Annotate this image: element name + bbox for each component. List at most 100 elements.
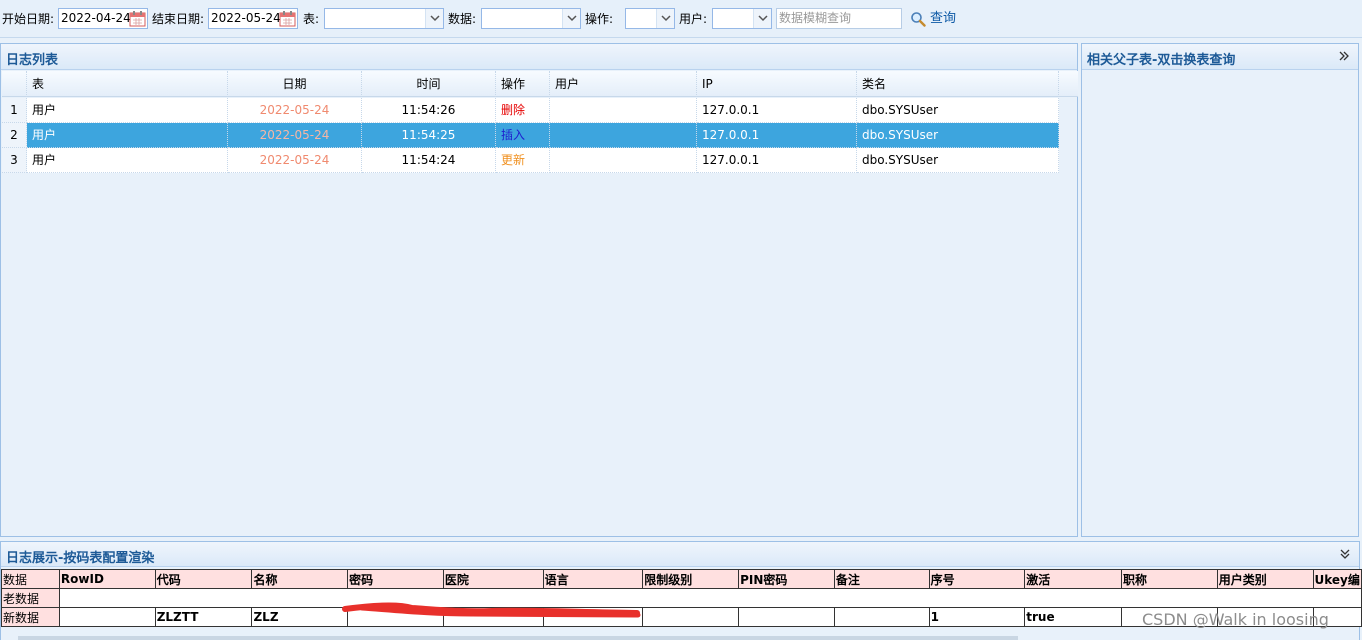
- row-number-header: [2, 71, 27, 97]
- column-header: 职称: [1120, 569, 1218, 589]
- cell-ip: 127.0.0.1: [697, 148, 857, 173]
- cell-class: dbo.SYSUser: [857, 98, 1059, 123]
- cell-code: ZLZTT: [154, 607, 253, 627]
- row-label: 新数据: [1, 607, 60, 627]
- row-number: 1: [2, 98, 27, 123]
- column-header: 语言: [542, 569, 644, 589]
- column-header[interactable]: 时间: [362, 71, 496, 97]
- table-row[interactable]: 1 用户 2022-05-24 11:54:26 删除 127.0.0.1 db…: [2, 98, 1059, 123]
- column-header: 医院: [442, 569, 544, 589]
- column-header: 数据: [1, 569, 60, 589]
- redaction-scribble: [342, 602, 641, 618]
- column-header: PIN密码: [738, 569, 835, 589]
- chevron-down-icon[interactable]: [753, 9, 771, 28]
- related-tables-header: 相关父子表-双击换表查询: [1082, 44, 1358, 70]
- cell-user: [550, 123, 697, 148]
- start-date-value: 2022-04-24: [61, 11, 131, 25]
- data-select[interactable]: [481, 8, 581, 29]
- cell-operation: 删除: [496, 98, 550, 123]
- row-label: 老数据: [1, 588, 60, 608]
- cell-time: 11:54:25: [362, 123, 496, 148]
- cell-active: true: [1024, 607, 1122, 627]
- panel-title: 相关父子表-双击换表查询: [1087, 53, 1236, 68]
- end-date-label: 结束日期:: [152, 12, 205, 26]
- detail-header-row: 数据 RowID 代码 名称 密码 医院 语言 限制级别 PIN密码 备注 序号…: [1, 569, 1362, 589]
- column-header: RowID: [58, 569, 156, 589]
- column-header: 备注: [833, 569, 930, 589]
- cell-table: 用户: [27, 123, 228, 148]
- column-header[interactable]: 用户: [550, 71, 697, 97]
- cell-ip: 127.0.0.1: [697, 98, 857, 123]
- column-header[interactable]: 类名: [857, 71, 1059, 97]
- user-select[interactable]: [712, 8, 772, 29]
- start-date-label: 开始日期:: [2, 12, 55, 26]
- cell-remark: [833, 607, 930, 627]
- cell-table: 用户: [27, 148, 228, 173]
- user-label: 用户:: [679, 12, 708, 26]
- column-header: 密码: [347, 569, 444, 589]
- cell-time: 11:54:24: [362, 148, 496, 173]
- old-data-row: 老数据: [1, 588, 1362, 608]
- end-date-input[interactable]: 2022-05-24: [208, 8, 298, 29]
- log-detail-header: 日志展示-按码表配置渲染: [1, 542, 1359, 567]
- cell-user: [550, 98, 697, 123]
- cell-date: 2022-05-24: [228, 148, 362, 173]
- operation-label: 操作:: [585, 12, 614, 26]
- cell-class: dbo.SYSUser: [857, 148, 1059, 173]
- related-tables-panel: 相关父子表-双击换表查询: [1081, 43, 1359, 537]
- cell-table: 用户: [27, 98, 228, 123]
- cell-pin: [738, 607, 835, 627]
- cell-limit-level: [642, 607, 740, 627]
- panel-title: 日志展示-按码表配置渲染: [6, 551, 155, 566]
- column-header: 用户类别: [1216, 569, 1314, 589]
- grid-header: 表 日期 时间 操作 用户 IP 类名: [2, 71, 1078, 97]
- cell-time: 11:54:26: [362, 98, 496, 123]
- cell-operation: 插入: [496, 123, 550, 148]
- cell-date: 2022-05-24: [228, 98, 362, 123]
- chevron-down-icon[interactable]: [562, 9, 580, 28]
- column-header: 代码: [154, 569, 253, 589]
- search-placeholder: 数据模糊查询: [779, 11, 852, 25]
- cell-user: [550, 148, 697, 173]
- column-header[interactable]: IP: [697, 71, 857, 97]
- start-date-input[interactable]: 2022-04-24: [58, 8, 148, 29]
- row-number: 3: [2, 148, 27, 173]
- horizontal-scrollbar[interactable]: [18, 636, 1018, 640]
- table-row[interactable]: 3 用户 2022-05-24 11:54:24 更新 127.0.0.1 db…: [2, 148, 1059, 173]
- cell-sequence: 1: [928, 607, 1026, 627]
- search-button-label: 查询: [930, 11, 957, 26]
- cell-name: ZLZ: [251, 607, 349, 627]
- double-chevron-down-icon[interactable]: [1339, 548, 1351, 560]
- chevron-down-icon[interactable]: [425, 9, 443, 28]
- fuzzy-search-input[interactable]: 数据模糊查询: [776, 8, 902, 29]
- double-chevron-right-icon[interactable]: [1338, 50, 1350, 62]
- table-row[interactable]: 2 用户 2022-05-24 11:54:25 插入 127.0.0.1 db…: [2, 123, 1059, 148]
- calendar-icon[interactable]: [279, 10, 296, 27]
- column-header: 限制级别: [642, 569, 740, 589]
- filter-toolbar: 开始日期: 2022-04-24 结束日期: 2022-05-24 表: 数据:…: [0, 0, 1362, 38]
- watermark: CSDN @Walk in loosing: [1142, 610, 1329, 629]
- row-number: 2: [2, 123, 27, 148]
- cell-class: dbo.SYSUser: [857, 123, 1059, 148]
- chevron-down-icon[interactable]: [656, 9, 674, 28]
- end-date-value: 2022-05-24: [211, 11, 281, 25]
- search-button[interactable]: 查询: [910, 9, 956, 29]
- log-list-panel: 日志列表 表 日期 时间 操作 用户 IP 类名 1 用户 2022-05-24…: [0, 43, 1078, 537]
- cell-date: 2022-05-24: [228, 123, 362, 148]
- panel-title: 日志列表: [6, 53, 59, 68]
- table-select[interactable]: [324, 8, 444, 29]
- column-header[interactable]: 操作: [496, 71, 550, 97]
- column-header: 名称: [251, 569, 349, 589]
- search-icon: [911, 12, 926, 27]
- column-header: Ukey编: [1312, 569, 1362, 589]
- log-list-header: 日志列表: [1, 44, 1077, 70]
- column-header: 序号: [928, 569, 1026, 589]
- old-data-cells: [58, 588, 1362, 608]
- column-header[interactable]: 日期: [228, 71, 362, 97]
- column-header[interactable]: 表: [27, 71, 228, 97]
- calendar-icon[interactable]: [129, 10, 146, 27]
- cell-ip: 127.0.0.1: [697, 123, 857, 148]
- column-header: 激活: [1024, 569, 1122, 589]
- operation-select[interactable]: [625, 8, 675, 29]
- table-label: 表:: [303, 12, 320, 26]
